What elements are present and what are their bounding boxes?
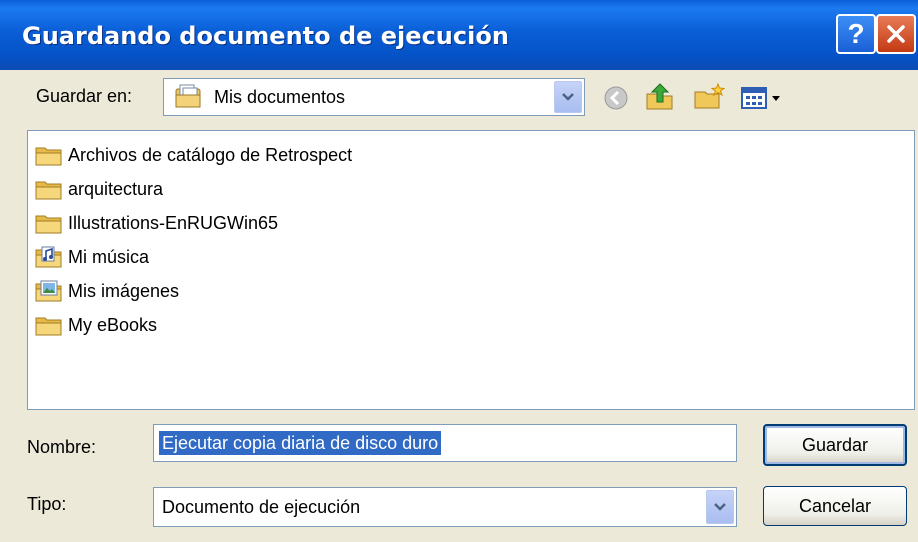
folder-icon (35, 317, 62, 336)
list-item-label: Mis imágenes (68, 280, 180, 301)
chevron-down-icon (562, 93, 574, 101)
file-list[interactable]: Archivos de catálogo de Retrospect arqui… (27, 130, 915, 410)
folder-icon (35, 181, 62, 200)
save-in-value: Mis documentos (214, 87, 346, 107)
save-in-dropdown[interactable]: Mis documentos (163, 78, 585, 116)
list-item[interactable]: Archivos de catálogo de Retrospect (34, 141, 352, 169)
filetype-dropdown[interactable]: Documento de ejecución (153, 487, 737, 527)
close-button[interactable] (876, 14, 916, 54)
list-item-label: Mi música (68, 246, 150, 267)
save-in-dropdown-button[interactable] (554, 81, 582, 113)
chevron-down-icon (714, 503, 726, 511)
pictures-folder-icon (35, 280, 62, 302)
list-item[interactable]: Illustrations-EnRUGWin65 (34, 209, 278, 237)
view-menu-button[interactable] (740, 84, 790, 112)
music-folder-icon (35, 246, 62, 268)
list-item-label: Archivos de catálogo de Retrospect (68, 144, 353, 165)
close-icon (887, 25, 905, 43)
folder-icon (35, 215, 62, 234)
filetype-dropdown-button[interactable] (706, 490, 734, 524)
filename-field[interactable]: Ejecutar copia diaria de disco duro (153, 424, 737, 462)
title-bar: Guardando documento de ejecución ? (0, 0, 918, 70)
list-item[interactable]: Mis imágenes (34, 277, 179, 305)
up-folder-icon[interactable] (644, 80, 676, 112)
save-in-label: Guardar en: (36, 86, 133, 106)
save-button[interactable]: Guardar (763, 424, 907, 466)
list-item[interactable]: Mi música (34, 243, 149, 271)
help-button[interactable]: ? (836, 14, 876, 54)
dialog-title: Guardando documento de ejecución (22, 22, 509, 50)
folder-icon (35, 147, 62, 166)
list-item-label: My eBooks (68, 314, 158, 335)
list-item-label: arquitectura (68, 178, 164, 199)
my-documents-icon (175, 84, 201, 108)
list-item-label: Illustrations-EnRUGWin65 (68, 212, 279, 233)
filetype-value: Documento de ejecución (162, 497, 361, 517)
filename-label: Nombre: (27, 437, 97, 457)
new-folder-icon[interactable] (692, 82, 726, 112)
cancel-button[interactable]: Cancelar (763, 486, 907, 526)
view-menu-icon (741, 87, 780, 109)
list-item[interactable]: My eBooks (34, 311, 157, 339)
filename-value: Ejecutar copia diaria de disco duro (159, 431, 442, 455)
back-icon[interactable] (602, 84, 630, 112)
filetype-label: Tipo: (27, 494, 67, 514)
list-item[interactable]: arquitectura (34, 175, 163, 203)
